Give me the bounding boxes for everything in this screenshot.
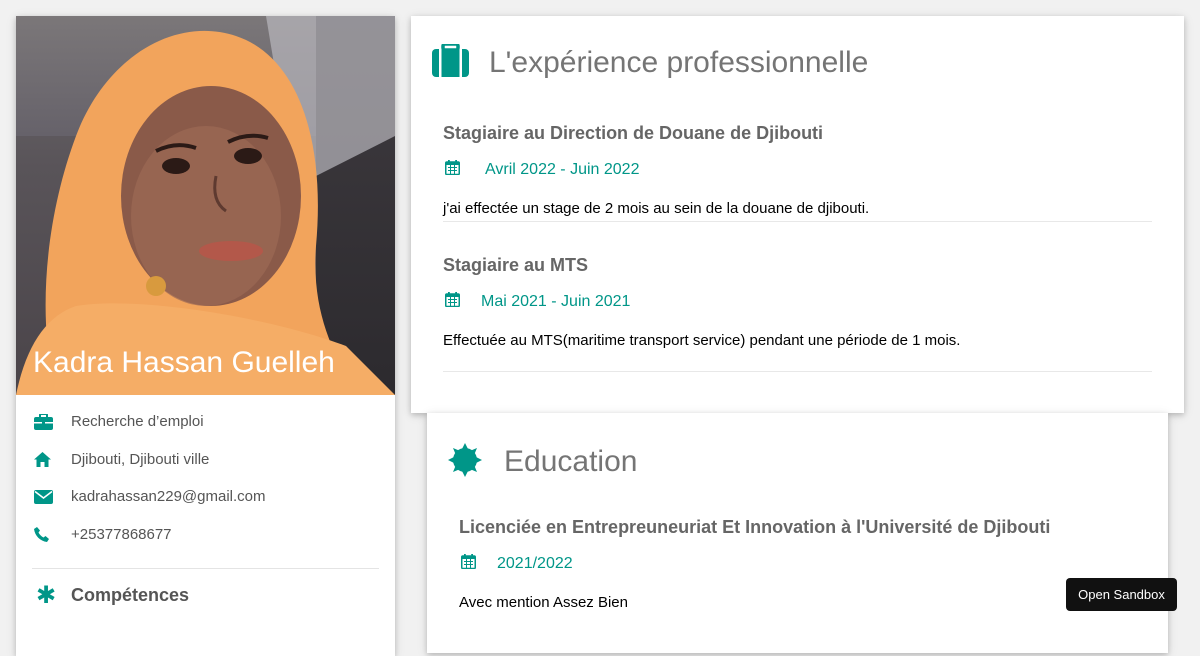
info-phone-text[interactable]: +25377868677 <box>71 526 172 543</box>
calendar-icon <box>445 292 461 312</box>
divider <box>32 568 379 569</box>
job-entry: Stagiaire au Direction de Douane de Djib… <box>443 123 1152 222</box>
envelope-icon <box>34 489 56 504</box>
education-description: Avec mention Assez Bien <box>459 594 628 611</box>
info-location: Djibouti, Djibouti ville <box>32 441 379 479</box>
info-phone[interactable]: +25377868677 <box>32 516 379 554</box>
education-entry: Licenciée en Entrepreuneuriat Et Innovat… <box>459 517 1136 611</box>
education-card: Education Licenciée en Entrepreuneuriat … <box>427 413 1168 653</box>
skills-heading: ✱ Compétences <box>32 581 379 610</box>
profile-info: Recherche d’emploi Djibouti, Djibouti vi… <box>16 395 395 610</box>
education-item-title: Licenciée en Entrepreuneuriat Et Innovat… <box>459 517 1051 537</box>
job-description: Effectuée au MTS(maritime transport serv… <box>443 332 961 349</box>
info-location-text: Djibouti, Djibouti ville <box>71 450 210 468</box>
portrait-image <box>16 16 395 395</box>
calendar-icon <box>461 554 477 574</box>
info-status: Recherche d’emploi <box>32 403 379 441</box>
calendar-icon <box>445 160 461 180</box>
job-entry: Stagiaire au MTS Mai 2021 - Juin 2021 Ef… <box>443 255 1152 372</box>
job-description: j'ai effectée un stage de 2 mois au sein… <box>443 200 870 217</box>
profile-photo: Kadra Hassan Guelleh <box>16 16 395 395</box>
skills-title: Compétences <box>71 585 190 605</box>
job-dates: Avril 2022 - Juin 2022 <box>443 160 1152 180</box>
job-dates-text: Avril 2022 - Juin 2022 <box>485 161 640 178</box>
profile-name: Kadra Hassan Guelleh <box>33 346 335 379</box>
education-header: Education <box>427 413 1168 478</box>
suitcase-icon <box>432 42 469 82</box>
education-dates: 2021/2022 <box>459 554 1136 574</box>
certificate-icon <box>448 442 482 482</box>
info-email-text[interactable]: kadrahassan229@gmail.com <box>71 488 266 505</box>
education-title: Education <box>504 445 638 478</box>
experience-card: L'expérience professionnelle Stagiaire a… <box>411 16 1184 413</box>
experience-header: L'expérience professionnelle <box>411 16 1184 80</box>
job-title: Stagiaire au MTS <box>443 255 589 275</box>
open-sandbox-button[interactable]: Open Sandbox <box>1066 578 1177 611</box>
info-status-text: Recherche d’emploi <box>71 413 204 431</box>
phone-icon <box>34 526 56 542</box>
info-email[interactable]: kadrahassan229@gmail.com <box>32 478 379 516</box>
education-dates-text: 2021/2022 <box>497 555 573 572</box>
job-title: Stagiaire au Direction de Douane de Djib… <box>443 123 824 143</box>
job-dates: Mai 2021 - Juin 2021 <box>443 292 1152 312</box>
asterisk-icon: ✱ <box>36 582 57 609</box>
job-dates-text: Mai 2021 - Juin 2021 <box>481 293 631 310</box>
profile-card: Kadra Hassan Guelleh Recherche d’emploi … <box>16 16 395 656</box>
experience-title: L'expérience professionnelle <box>489 46 869 79</box>
home-icon <box>34 451 56 467</box>
briefcase-icon <box>34 413 56 430</box>
